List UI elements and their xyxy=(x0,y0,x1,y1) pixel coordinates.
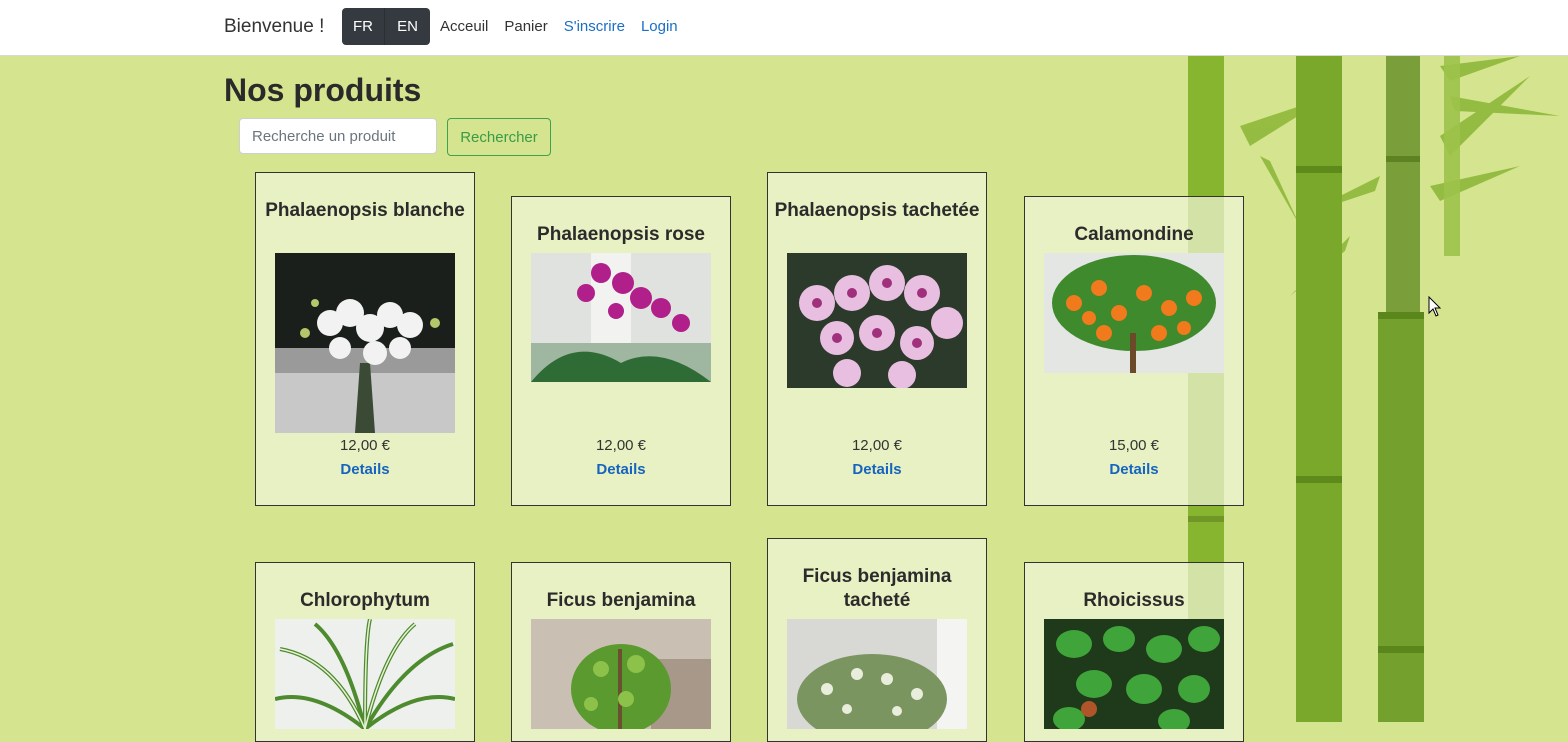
product-image[interactable] xyxy=(275,253,455,433)
search-input[interactable] xyxy=(239,118,437,154)
product-card: Phalaenopsis rose 12,00 € Details xyxy=(511,196,731,506)
product-image[interactable] xyxy=(1044,253,1224,373)
product-name: Chlorophytum xyxy=(300,590,430,611)
nav-link-panier[interactable]: Panier xyxy=(504,18,547,35)
product-card: Rhoicissus xyxy=(1024,562,1244,742)
lang-en-button[interactable]: EN xyxy=(384,8,430,45)
nav-link-accueil[interactable]: Acceuil xyxy=(440,18,488,35)
product-image[interactable] xyxy=(787,619,967,729)
nav-link-inscrire[interactable]: S'inscrire xyxy=(564,18,625,35)
product-price: 12,00 € xyxy=(851,437,903,454)
product-details-link[interactable]: Details xyxy=(256,461,474,478)
lang-fr-button[interactable]: FR xyxy=(342,8,384,45)
product-price: 15,00 € xyxy=(1108,437,1160,454)
product-image[interactable] xyxy=(787,253,967,388)
product-name: Phalaenopsis rose xyxy=(537,224,705,245)
product-name: Rhoicissus xyxy=(1083,590,1185,611)
product-name: Ficus benjamina xyxy=(546,590,696,611)
search-button[interactable]: Rechercher xyxy=(447,118,551,156)
mouse-cursor-icon xyxy=(1428,296,1442,317)
product-image[interactable] xyxy=(531,253,711,382)
top-navbar: Bienvenue ! FR EN Acceuil Panier S'inscr… xyxy=(0,0,1568,56)
product-price: 12,00 € xyxy=(339,437,391,454)
product-image[interactable] xyxy=(531,619,711,729)
product-details-link[interactable]: Details xyxy=(768,461,986,478)
nav-links: Acceuil Panier S'inscrire Login xyxy=(440,18,694,35)
nav-link-login[interactable]: Login xyxy=(641,18,678,35)
product-card: Chlorophytum xyxy=(255,562,475,742)
product-name: Ficus benjamina tacheté xyxy=(802,566,952,611)
product-card: Calamondine 15,00 € Details xyxy=(1024,196,1244,506)
product-details-link[interactable]: Details xyxy=(1025,461,1243,478)
product-card: Ficus benjamina xyxy=(511,562,731,742)
product-details-link[interactable]: Details xyxy=(512,461,730,478)
product-image[interactable] xyxy=(275,619,455,729)
product-card: Ficus benjamina tacheté xyxy=(767,538,987,742)
language-switcher: FR EN xyxy=(342,8,430,45)
product-image[interactable] xyxy=(1044,619,1224,729)
product-name: Phalaenopsis tachetée xyxy=(774,200,980,221)
product-name: Calamondine xyxy=(1074,224,1194,245)
product-price: 12,00 € xyxy=(595,437,647,454)
brand-text[interactable]: Bienvenue ! xyxy=(224,16,324,38)
product-card: Phalaenopsis tachetée 12,00 € Details xyxy=(767,172,987,506)
product-name: Phalaenopsis blanche xyxy=(265,200,465,221)
product-card: Phalaenopsis blanche 12,00 € Details xyxy=(255,172,475,506)
page-title: Nos produits xyxy=(224,72,422,108)
